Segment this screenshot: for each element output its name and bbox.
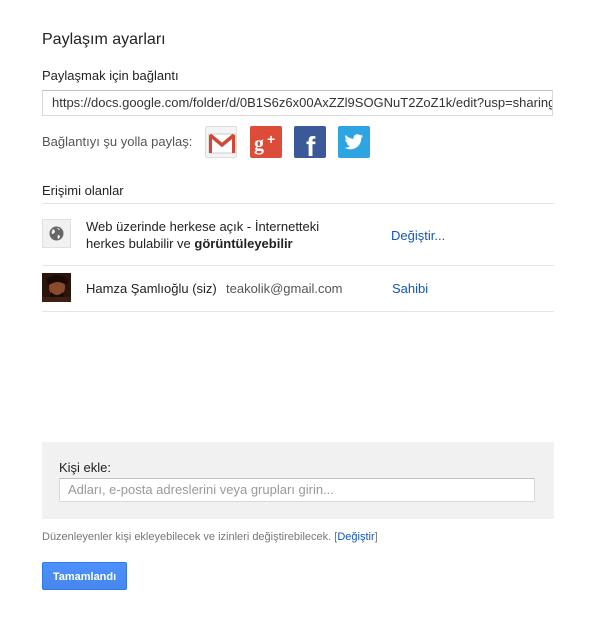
- permission-note-text: Düzenleyenler kişi ekleyebilecek ve izin…: [42, 531, 332, 543]
- public-access-description: Web üzerinde herkese açık - İnternetteki…: [86, 218, 356, 252]
- globe-icon: [42, 219, 71, 248]
- facebook-icon[interactable]: f: [294, 126, 326, 162]
- gmail-icon[interactable]: [205, 126, 237, 158]
- owner-email: teakolik@gmail.com: [226, 281, 343, 296]
- add-people-input[interactable]: Adları, e-posta adreslerini veya gruplar…: [59, 478, 535, 502]
- owner-name: Hamza Şamlıoğlu (siz): [86, 281, 217, 296]
- avatar: [42, 273, 71, 302]
- divider: [42, 265, 554, 266]
- svg-text:+: +: [267, 131, 275, 147]
- share-via-label: Bağlantıyı şu yolla paylaş:: [42, 134, 193, 149]
- bracket-close: ]: [374, 531, 378, 543]
- add-people-label: Kişi ekle:: [59, 460, 112, 475]
- access-label: Erişimi olanlar: [42, 183, 124, 198]
- svg-text:f: f: [306, 131, 316, 158]
- public-access-permission: görüntüleyebilir: [194, 236, 293, 251]
- link-label: Paylaşmak için bağlantı: [42, 68, 179, 83]
- share-link-field[interactable]: https://docs.google.com/folder/d/0B1S6z6…: [42, 90, 553, 116]
- done-button[interactable]: Tamamlandı: [42, 562, 127, 590]
- twitter-icon[interactable]: [338, 126, 370, 158]
- dialog-title: Paylaşım ayarları: [42, 31, 166, 48]
- change-permission-link[interactable]: Değiştir: [337, 531, 374, 543]
- owner-role: Sahibi: [392, 281, 429, 296]
- divider: [42, 311, 554, 312]
- svg-text:g: g: [254, 133, 264, 155]
- divider: [42, 203, 554, 204]
- change-access-link[interactable]: Değiştir...: [391, 228, 445, 243]
- google-plus-icon[interactable]: g +: [250, 126, 282, 158]
- permission-note: Düzenleyenler kişi ekleyebilecek ve izin…: [42, 531, 378, 543]
